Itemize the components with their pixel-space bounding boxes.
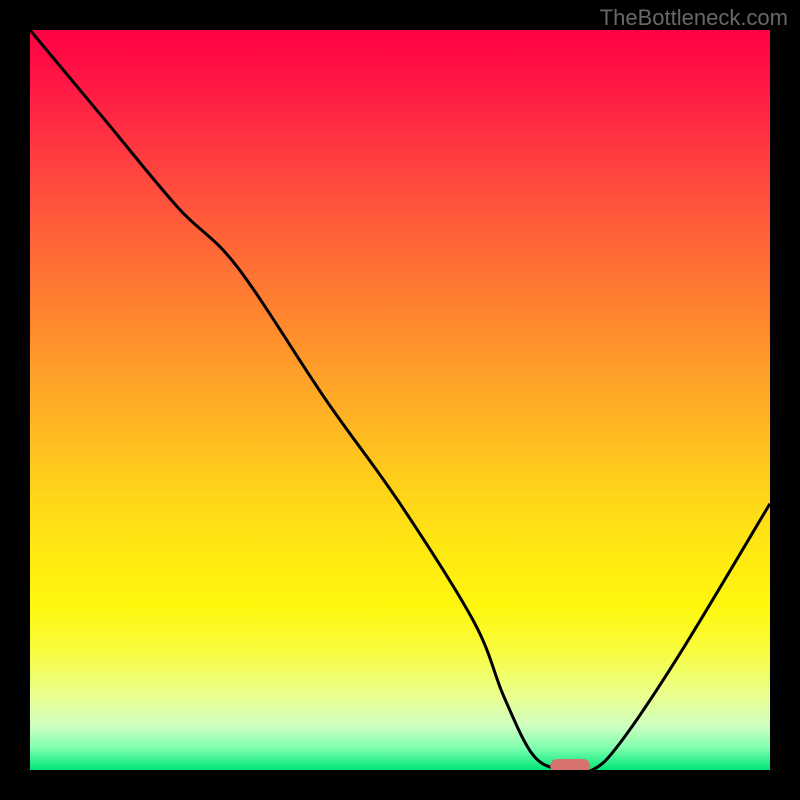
- watermark-text: TheBottleneck.com: [600, 5, 788, 31]
- chart-svg: [30, 30, 770, 770]
- optimal-marker: [550, 759, 590, 770]
- bottleneck-curve: [30, 30, 770, 770]
- plot-area: [30, 30, 770, 770]
